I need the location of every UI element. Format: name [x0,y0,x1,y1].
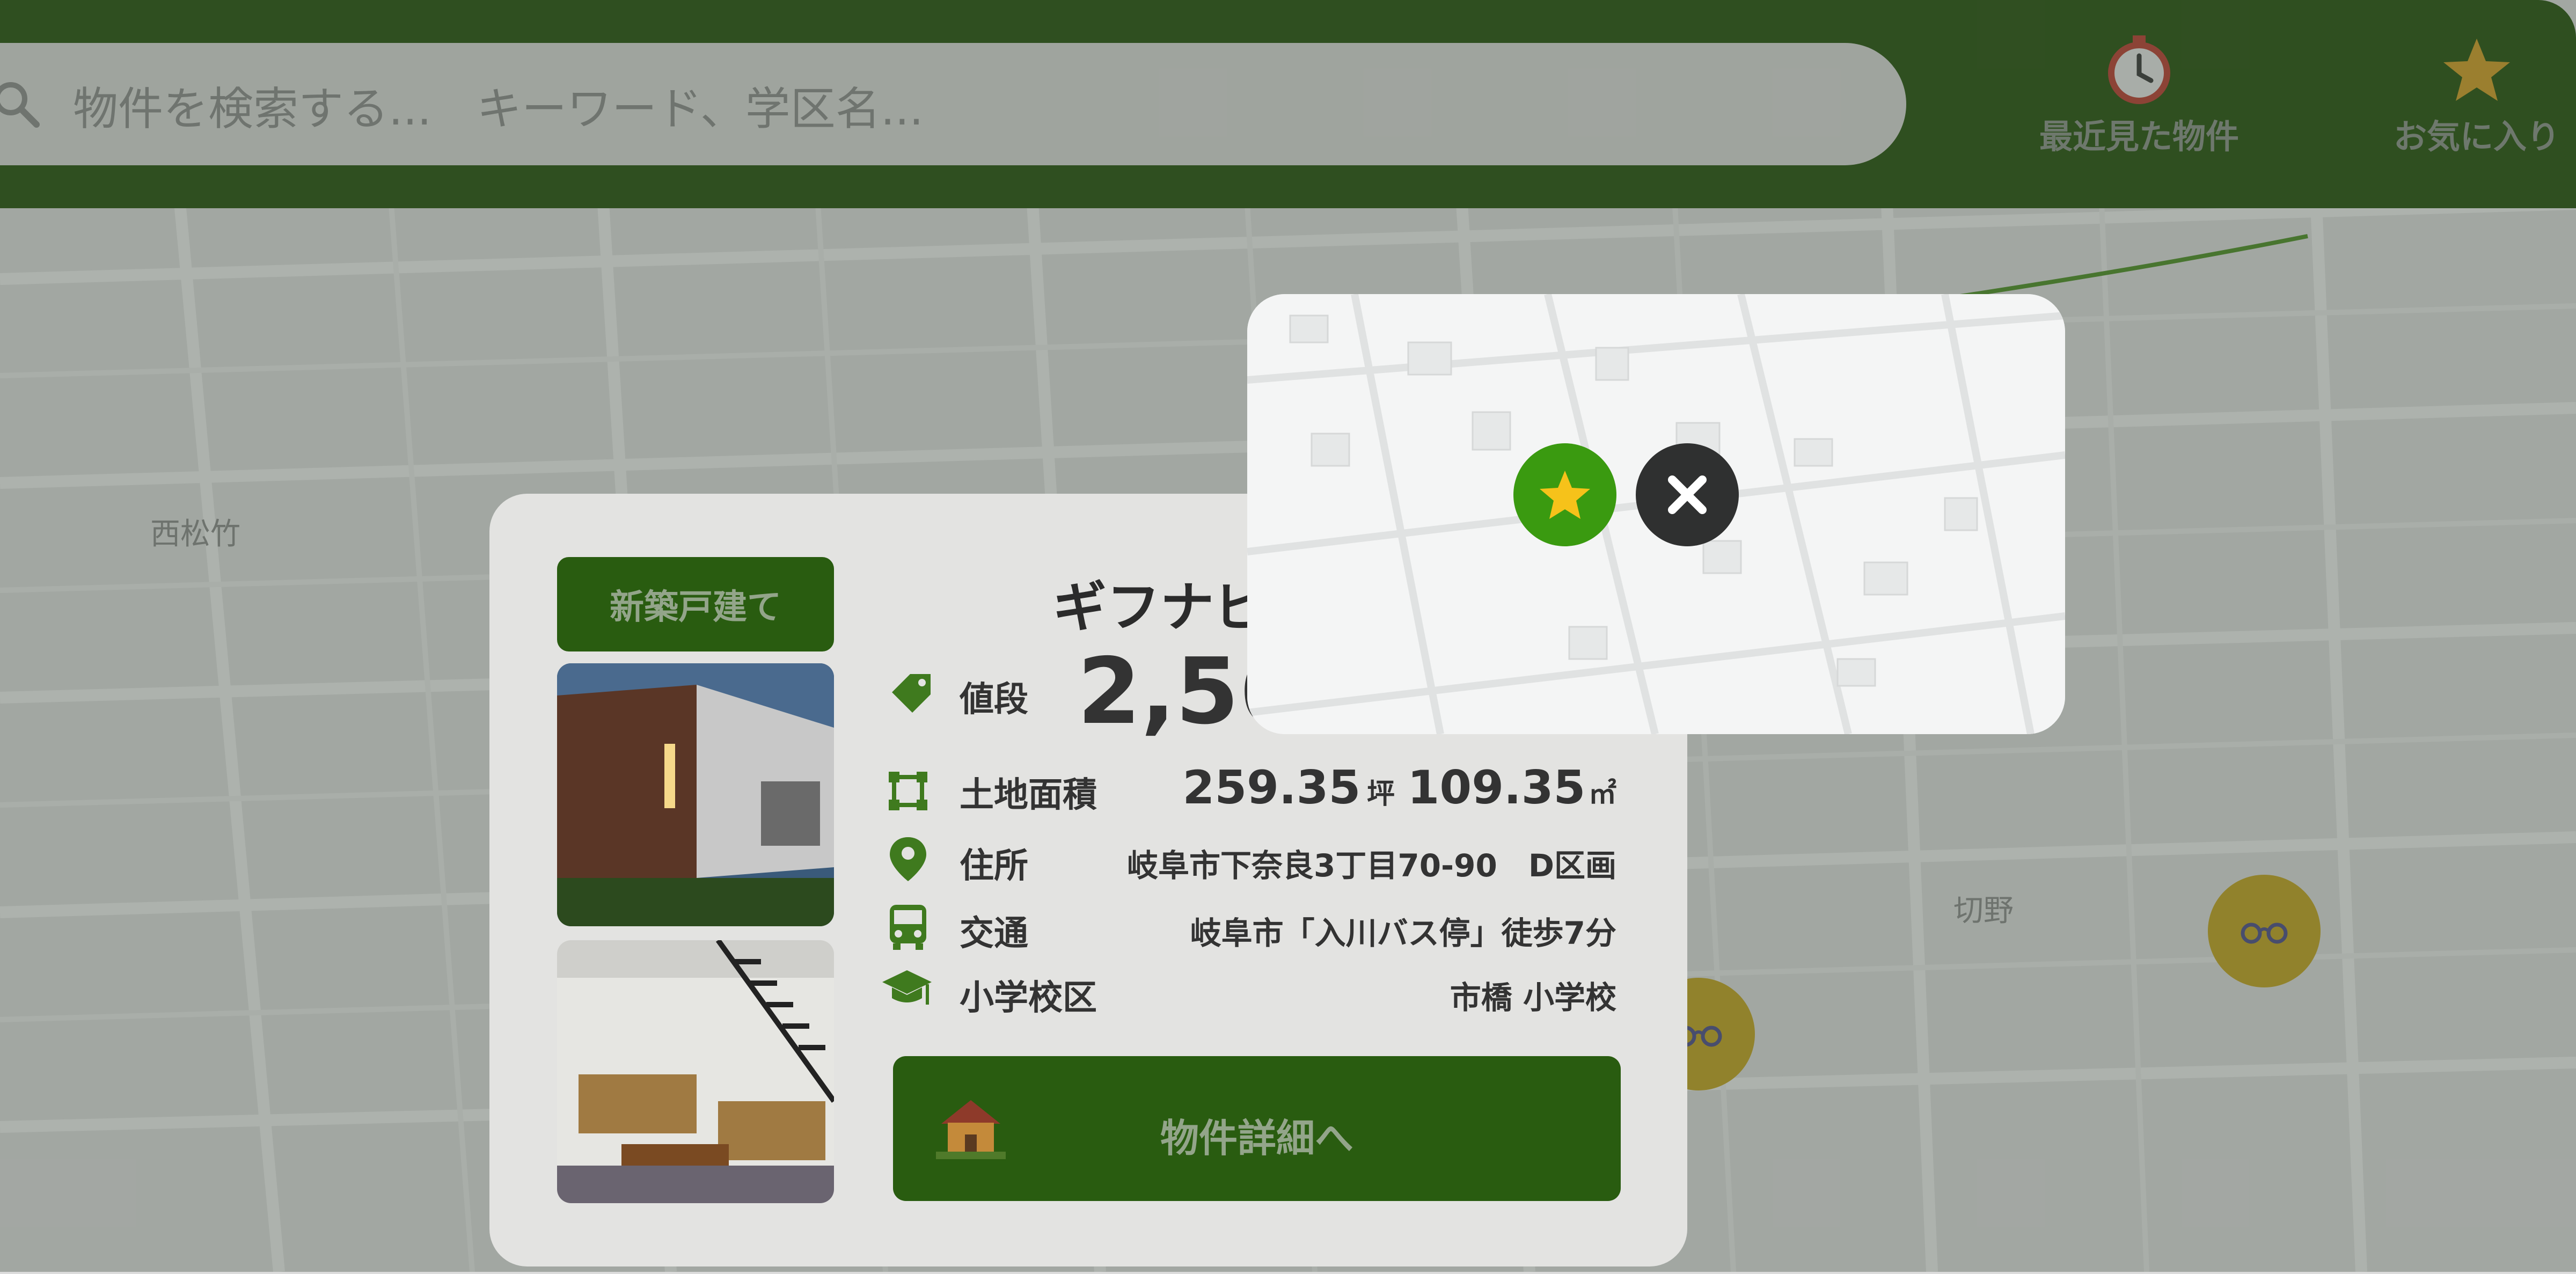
property-detail-button[interactable]: 物件詳細へ [893,1056,1621,1201]
property-photo-interior[interactable] [557,940,834,1203]
price-label: 値段 [960,680,1028,720]
bus-icon [890,905,926,950]
land-sqm-unit: ㎡ [1588,778,1616,810]
close-button[interactable] [1636,443,1739,546]
property-photo-exterior[interactable] [557,663,834,926]
school-label: 小学校区 [960,978,1097,1018]
land-value-group: 259.35 坪 109.35 ㎡ [1182,761,1616,815]
close-icon [1668,475,1707,514]
land-tsubo: 259.35 [1182,761,1361,815]
area-icon [889,772,927,810]
category-badge: 新築戸建て [557,557,834,651]
transport-label: 交通 [960,914,1028,954]
graduation-cap-icon [882,970,932,1005]
land-label: 土地面積 [960,775,1097,815]
address-label: 住所 [960,846,1028,886]
location-pin-icon [890,837,926,881]
tag-icon [892,674,931,713]
land-tsubo-unit: 坪 [1366,778,1395,810]
school-value: 市橋 小学校 [1450,979,1616,1016]
property-detail-label: 物件詳細へ [1160,1116,1353,1161]
star-icon [1540,471,1590,519]
land-sqm: 109.35 [1407,761,1586,815]
favorite-button[interactable] [1513,443,1616,546]
address-value: 岐阜市下奈良3丁目70-90 D区画 [1126,847,1616,884]
transport-value: 岐阜市「入川バス停」徒歩7分 [1190,915,1616,951]
interior-image [557,940,834,1203]
exterior-image [557,663,834,926]
